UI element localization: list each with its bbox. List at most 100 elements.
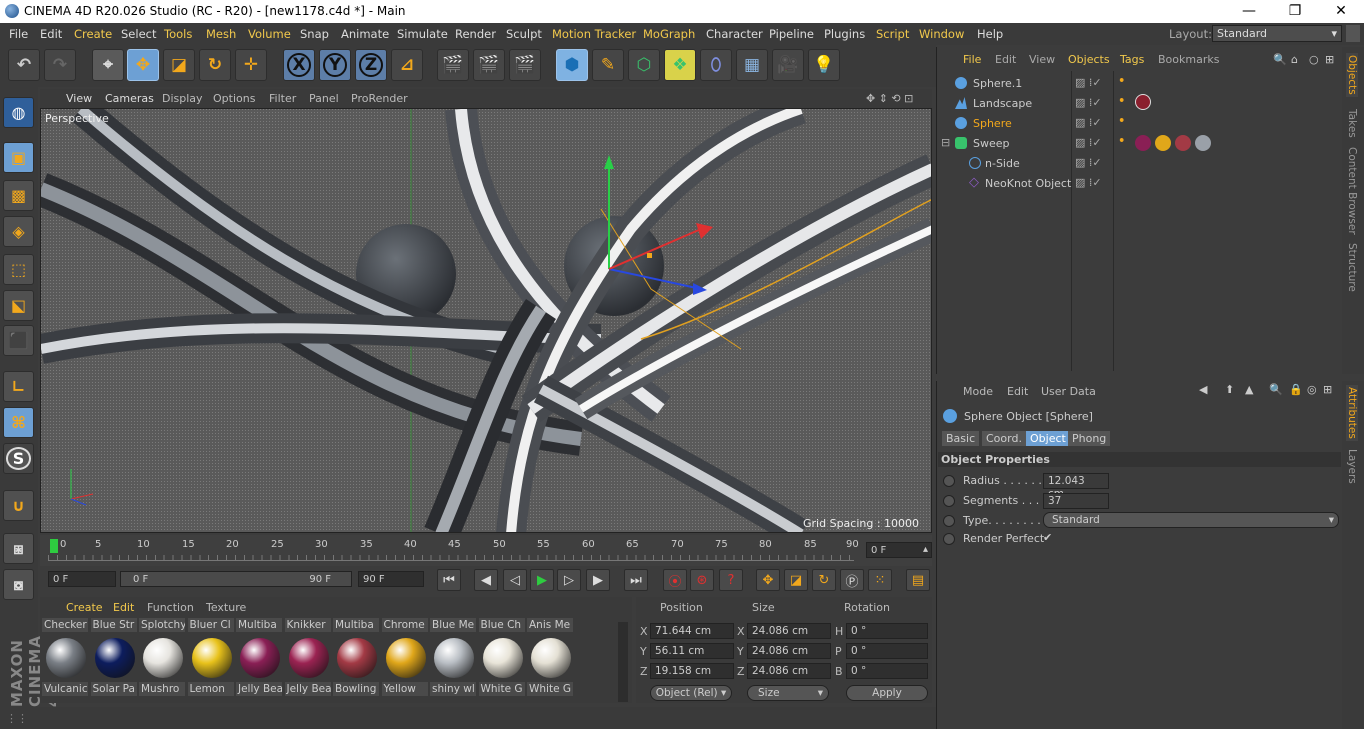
menu-create[interactable]: Create [74,27,112,41]
vp-menu-cameras[interactable]: Cameras [105,92,154,105]
menu-render[interactable]: Render [455,27,496,41]
model-mode-button[interactable]: ▣ [3,142,34,173]
edges-mode-button[interactable]: ⬕ [3,290,34,321]
menu-animate[interactable]: Animate [341,27,389,41]
autokey-button[interactable]: ⊛ [690,569,714,591]
menu-plugins[interactable]: Plugins [824,27,865,41]
menu-motion-tracker[interactable]: Motion Tracker [552,27,636,41]
tab-object[interactable]: Object [1026,431,1070,446]
menu-file[interactable]: File [9,27,28,41]
position-y-field[interactable]: 56.11 cm [650,643,734,659]
coordinate-system-button[interactable]: ⊿ [391,49,423,81]
menu-mograph[interactable]: MoGraph [643,27,695,41]
visibility-icon[interactable]: ▨ ⁞✓ [1075,176,1102,189]
maximize-button[interactable]: ❐ [1272,0,1318,23]
current-frame-field[interactable]: 0 F ▴ [866,542,932,558]
render-perfect-checkbox[interactable]: ✔ [1043,531,1052,544]
frame-range-slider[interactable]: 0 F 90 F [120,571,352,587]
size-y-field[interactable]: 24.086 cm [747,643,831,659]
menu-select[interactable]: Select [121,27,156,41]
z-axis-lock-button[interactable]: Z [355,49,387,81]
floor-button[interactable]: ▦ [736,49,768,81]
key-position-button[interactable]: ✥ [756,569,780,591]
material-tag-icon[interactable] [1195,135,1211,151]
rotation-p-field[interactable]: 0 ° [846,643,928,659]
vp-menu-options[interactable]: Options [213,92,255,105]
mat-menu-function[interactable]: Function [147,601,194,614]
attr-back-icon[interactable]: ◀ [1199,383,1207,396]
menu-script[interactable]: Script [876,27,909,41]
menu-help[interactable]: Help [977,27,1003,41]
menu-tools[interactable]: Tools [164,27,192,41]
material-swatch[interactable]: Blue Me shiny wl [430,618,476,700]
side-tab-layers[interactable]: Layers [1346,449,1358,484]
pen-button[interactable]: ✎ [592,49,624,81]
material-swatch[interactable]: Chrome Yellow [381,618,428,700]
position-z-field[interactable]: 19.158 cm [650,663,734,679]
scale-tool-button[interactable]: ◪ [163,49,195,81]
material-swatch[interactable]: Knikker Jelly Bea [284,618,331,700]
cube-button[interactable]: ⬢ [556,49,588,81]
cloner-button[interactable]: ❖ [664,49,696,81]
visibility-icon[interactable]: ▨ ⁞✓ [1075,116,1102,129]
object-row-neoknot[interactable]: ◇ NeoKnot Object ▨ ⁞✓ [939,174,1339,193]
collapse-icon[interactable]: ⊟ [941,136,950,149]
attr-search-icon[interactable]: 🔍 [1269,383,1283,396]
render-view-button[interactable]: 🎬 [437,49,469,81]
mat-menu-texture[interactable]: Texture [206,601,246,614]
attr-menu-user-data[interactable]: User Data [1041,385,1096,398]
undo-button[interactable]: ↶ [8,49,40,81]
size-mode-select[interactable]: Size ▾ [747,685,829,701]
attr-menu-edit[interactable]: Edit [1007,385,1028,398]
previous-key-button[interactable]: ◀ [474,569,498,591]
playhead[interactable] [50,539,58,553]
vp-menu-filter[interactable]: Filter [269,92,296,105]
mat-menu-create[interactable]: Create [66,601,103,614]
mat-menu-edit[interactable]: Edit [113,601,134,614]
minimize-button[interactable]: — [1226,0,1272,23]
side-tab-takes[interactable]: Takes [1346,109,1358,138]
material-swatch[interactable]: Multiba Jelly Bea [236,618,282,700]
render-perfect-anim-radio[interactable] [943,533,955,545]
apply-button[interactable]: Apply [846,685,928,701]
obj-maximize-icon[interactable]: ⊞ [1325,53,1334,66]
go-to-start-button[interactable]: ⏮ [437,569,461,591]
material-scrollbar[interactable] [618,622,628,702]
menu-sculpt[interactable]: Sculpt [506,27,542,41]
menu-pipeline[interactable]: Pipeline [769,27,814,41]
end-frame-field[interactable]: 90 F [358,571,424,587]
record-button[interactable]: ⦿ [663,569,687,591]
position-x-field[interactable]: 71.644 cm [650,623,734,639]
layout-scroll-arrow[interactable] [1346,25,1360,42]
viewport[interactable]: Perspective Grid Spacing : 10000 cm [40,108,932,533]
side-tab-structure[interactable]: Structure [1346,243,1358,292]
coordinate-mode-select[interactable]: Object (Rel) ▾ [650,685,732,701]
type-anim-radio[interactable] [943,515,955,527]
obj-menu-bookmarks[interactable]: Bookmarks [1158,53,1219,66]
attr-menu-mode[interactable]: Mode [963,385,993,398]
material-tag-icon[interactable] [1135,94,1151,110]
menu-mesh[interactable]: Mesh [206,27,236,41]
next-key-button[interactable]: ▶ [586,569,610,591]
obj-minimize-icon[interactable]: ○ [1309,53,1319,66]
segments-anim-radio[interactable] [943,495,955,507]
material-tag-icon[interactable] [1135,135,1151,151]
menu-character[interactable]: Character [706,27,763,41]
tweak-mode-button[interactable]: ⌘ [3,407,34,438]
obj-menu-file[interactable]: File [963,53,981,66]
size-x-field[interactable]: 24.086 cm [747,623,831,639]
visibility-icon[interactable]: ▨ ⁞✓ [1075,96,1102,109]
polygons-mode-button[interactable]: ⬛ [3,325,34,356]
attr-lock-icon[interactable]: 🔒 [1289,383,1303,396]
material-swatch[interactable]: Blue Ch White G [478,618,525,700]
tab-phong[interactable]: Phong [1068,431,1111,446]
side-tab-attributes[interactable]: Attributes [1346,385,1358,441]
rotate-tool-button[interactable]: ↻ [199,49,231,81]
phong-tag-icon[interactable]: ꔷ [1119,134,1124,148]
timeline[interactable]: 0 5 10 15 20 25 30 35 40 45 50 55 60 65 … [40,535,932,566]
object-row-nside[interactable]: n-Side ▨ ⁞✓ [939,154,1339,173]
attr-up-arrow-icon[interactable]: ▲ [1245,383,1253,396]
visibility-icon[interactable]: ▨ ⁞✓ [1075,76,1102,89]
object-row-sphere[interactable]: Sphere ▨ ⁞✓ ꔷ [939,114,1339,133]
transform-tool-button[interactable]: ✛ [235,49,267,81]
